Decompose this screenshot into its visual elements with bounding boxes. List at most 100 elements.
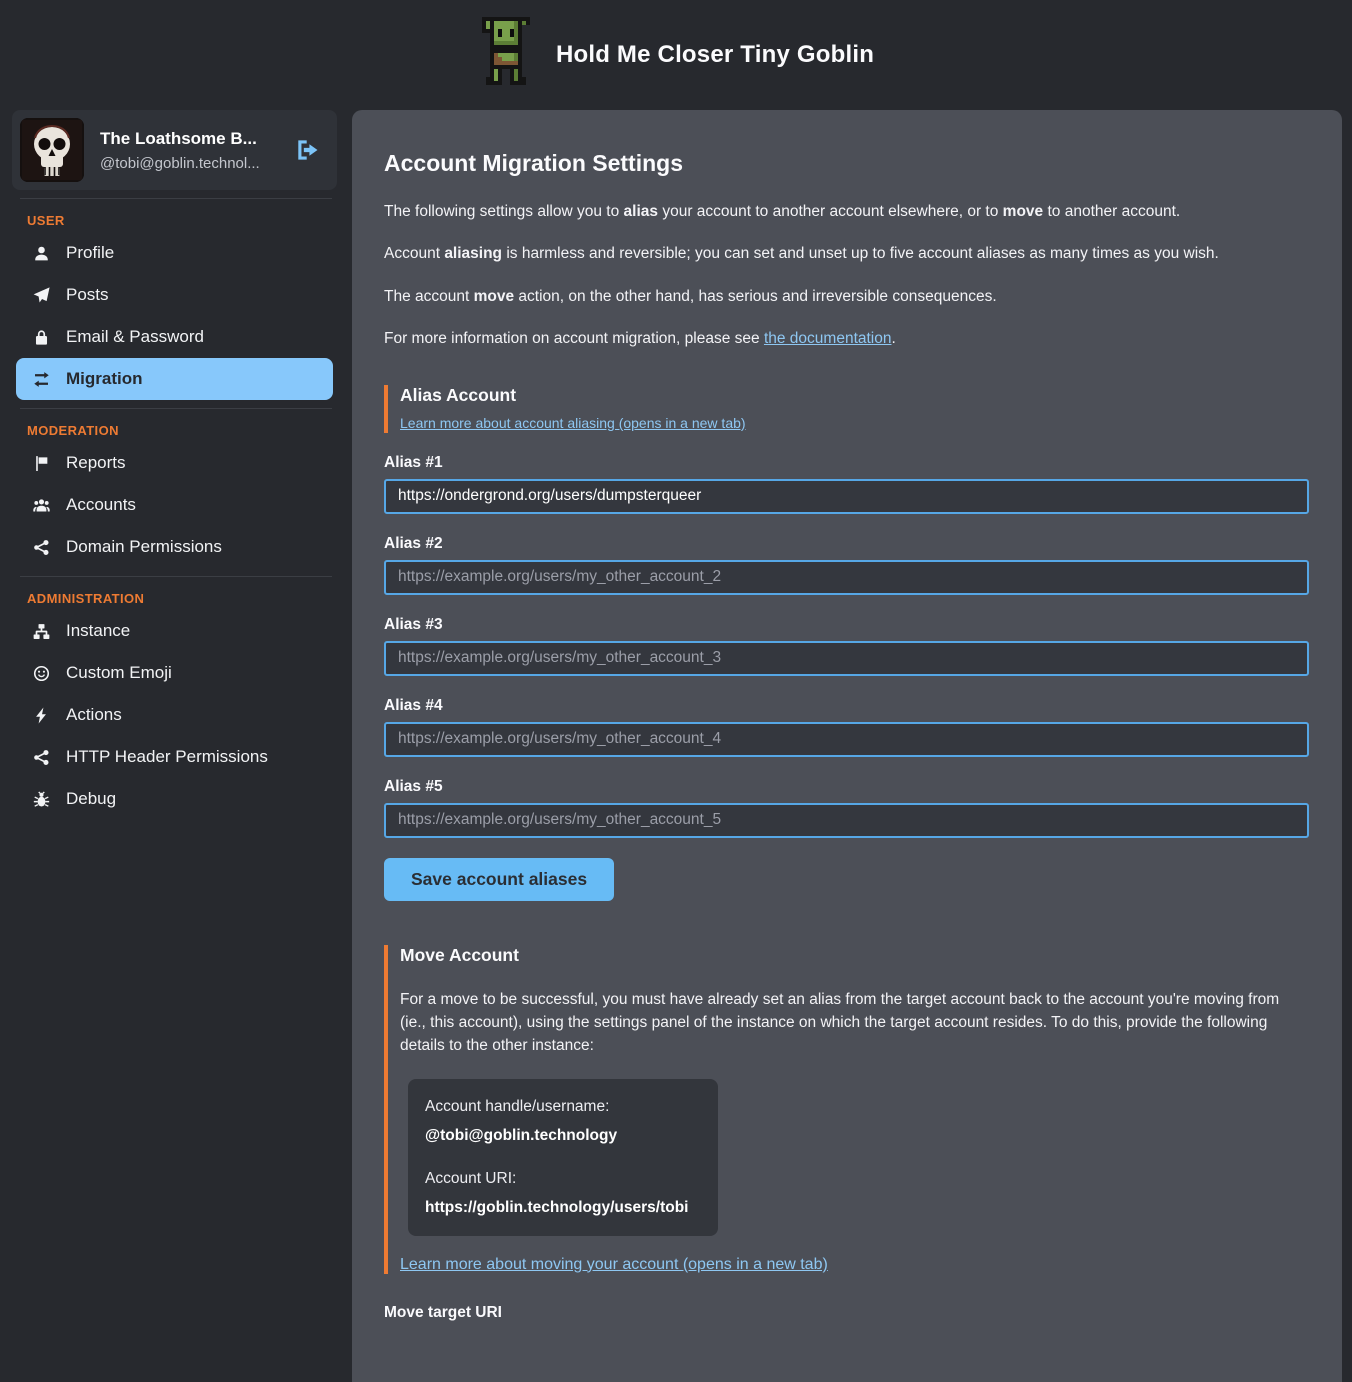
move-target-uri-label: Move target URI [384, 1304, 1309, 1322]
lock-icon [32, 328, 51, 347]
sidebar-item-custom-emoji[interactable]: Custom Emoji [16, 652, 333, 694]
exchange-icon [32, 370, 51, 389]
move-learn-more-link[interactable]: Learn more about moving your account (op… [400, 1256, 828, 1273]
alias-input-3[interactable] [384, 641, 1309, 676]
alias-account-heading: Alias Account [400, 385, 1309, 406]
sitemap-icon [32, 622, 51, 641]
site-title: Hold Me Closer Tiny Goblin [556, 41, 874, 69]
paper-plane-icon [32, 286, 51, 305]
move-detail-row: Account URI: https://goblin.technology/us… [425, 1170, 701, 1217]
sidebar-item-profile[interactable]: Profile [16, 232, 333, 274]
documentation-link[interactable]: the documentation [764, 330, 892, 347]
alias-input-2[interactable] [384, 560, 1309, 595]
alias-label-3: Alias #3 [384, 616, 1309, 634]
goblin-mascot-icon [478, 17, 534, 93]
sidebar-item-email-password[interactable]: Email & Password [16, 316, 333, 358]
sidebar-item-domain-permissions[interactable]: Domain Permissions [16, 526, 333, 568]
site-header: Hold Me Closer Tiny Goblin [0, 0, 1352, 110]
intro-paragraph: The following settings allow you to alia… [384, 201, 1309, 223]
intro-paragraph: For more information on account migratio… [384, 328, 1309, 350]
alias-label-2: Alias #2 [384, 535, 1309, 553]
alias-learn-more-link[interactable]: Learn more about account aliasing (opens… [400, 415, 746, 431]
smiley-icon [32, 664, 51, 683]
nav-category-administration: ADMINISTRATION [27, 591, 352, 606]
move-detail-value: https://goblin.technology/users/tobi [425, 1199, 701, 1217]
user-icon [32, 244, 51, 263]
body-text: action, on the other hand, has serious a… [514, 288, 997, 305]
move-details-box: Account handle/username: @tobi@goblin.tec… [408, 1079, 718, 1236]
body-text: For more information on account migratio… [384, 330, 764, 347]
alias-field-5: Alias #5 [384, 778, 1309, 838]
users-icon [32, 496, 51, 515]
alias-label-5: Alias #5 [384, 778, 1309, 796]
share-nodes-icon [33, 539, 50, 556]
body-text: is harmless and reversible; you can set … [502, 245, 1219, 262]
sidebar-item-label: Accounts [66, 495, 136, 515]
settings-panel: Account Migration Settings The following… [352, 110, 1342, 1382]
sidebar-nav: USER Profile Posts Email & Password Migratio… [0, 198, 352, 820]
nav-category-user: USER [27, 213, 352, 228]
lock-icon [33, 329, 50, 346]
nav-section-divider [20, 408, 332, 409]
emphasis-text: move [1003, 203, 1044, 220]
body-text: to another account. [1043, 203, 1180, 220]
flag-icon [32, 454, 51, 473]
move-detail-row: Account handle/username: @tobi@goblin.tec… [425, 1098, 701, 1145]
alias-label-4: Alias #4 [384, 697, 1309, 715]
sidebar-item-label: Posts [66, 285, 109, 305]
move-detail-label: Account URI: [425, 1170, 701, 1188]
sidebar: The Loathsome B... @tobi@goblin.technol.… [0, 110, 352, 820]
sign-out-icon[interactable] [295, 136, 323, 164]
alias-input-5[interactable] [384, 803, 1309, 838]
smiley-icon [33, 665, 50, 682]
share-nodes-icon [32, 748, 51, 767]
alias-field-3: Alias #3 [384, 616, 1309, 676]
sidebar-item-posts[interactable]: Posts [16, 274, 333, 316]
sidebar-item-actions[interactable]: Actions [16, 694, 333, 736]
sidebar-item-label: Email & Password [66, 327, 204, 347]
alias-account-section-header: Alias Account Learn more about account a… [384, 385, 1309, 433]
alias-form: Alias #1Alias #2Alias #3Alias #4Alias #5 [384, 454, 1309, 838]
body-text: The account [384, 288, 474, 305]
sidebar-item-migration[interactable]: Migration [16, 358, 333, 400]
alias-input-1[interactable] [384, 479, 1309, 514]
share-nodes-icon [32, 538, 51, 557]
nav-section-divider [20, 576, 332, 577]
skull-avatar [20, 118, 84, 182]
save-account-aliases-button[interactable]: Save account aliases [384, 858, 614, 901]
sidebar-item-label: HTTP Header Permissions [66, 747, 268, 767]
users-icon [33, 497, 50, 514]
bug-icon [32, 790, 51, 809]
sidebar-item-instance[interactable]: Instance [16, 610, 333, 652]
bolt-icon [32, 706, 51, 725]
intro-paragraph: The account move action, on the other ha… [384, 286, 1309, 308]
nav-section-divider [20, 198, 332, 199]
sidebar-item-reports[interactable]: Reports [16, 442, 333, 484]
alias-input-4[interactable] [384, 722, 1309, 757]
sidebar-item-http-header-permissions[interactable]: HTTP Header Permissions [16, 736, 333, 778]
alias-field-4: Alias #4 [384, 697, 1309, 757]
body-text: Account [384, 245, 444, 262]
body-text: . [892, 330, 896, 347]
move-account-heading: Move Account [400, 945, 1309, 966]
body-text: The following settings allow you to [384, 203, 624, 220]
page-title: Account Migration Settings [384, 150, 1309, 177]
bolt-icon [33, 707, 50, 724]
share-nodes-icon [33, 749, 50, 766]
move-detail-label: Account handle/username: [425, 1098, 701, 1116]
sitemap-icon [33, 623, 50, 640]
move-account-description: For a move to be successful, you must ha… [400, 988, 1300, 1058]
sidebar-item-label: Reports [66, 453, 126, 473]
move-account-section: Move Account For a move to be successful… [384, 945, 1309, 1274]
user-display-name: The Loathsome B... [100, 129, 279, 149]
sidebar-item-accounts[interactable]: Accounts [16, 484, 333, 526]
exchange-icon [33, 371, 50, 388]
user-handle: @tobi@goblin.technol... [100, 155, 279, 172]
sidebar-item-debug[interactable]: Debug [16, 778, 333, 820]
emphasis-text: move [474, 288, 515, 305]
body-text: your account to another account elsewher… [658, 203, 1003, 220]
move-detail-value: @tobi@goblin.technology [425, 1127, 701, 1145]
sidebar-item-label: Instance [66, 621, 130, 641]
emphasis-text: aliasing [444, 245, 502, 262]
sidebar-item-label: Domain Permissions [66, 537, 222, 557]
